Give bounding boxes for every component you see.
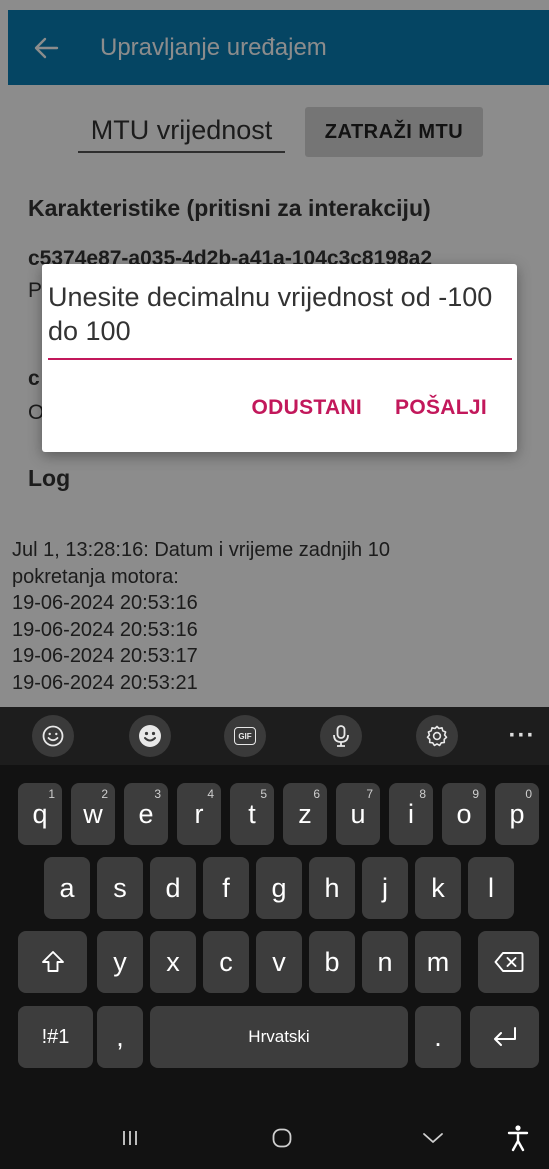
key-n[interactable]: n [362, 931, 408, 993]
comma-key[interactable]: , [97, 1006, 143, 1068]
sticker-button[interactable] [129, 715, 171, 757]
recent-apps-button[interactable] [110, 1118, 150, 1158]
shift-key[interactable] [18, 931, 87, 993]
hide-keyboard-button[interactable] [413, 1118, 453, 1158]
key-g[interactable]: g [256, 857, 302, 919]
key-h[interactable]: h [309, 857, 355, 919]
key-y[interactable]: y [97, 931, 143, 993]
voice-input-button[interactable] [320, 715, 362, 757]
emoji-face-icon [42, 725, 64, 747]
key-u[interactable]: u7 [336, 783, 380, 845]
keyboard-toolbar: GIF ··· [0, 707, 549, 765]
recent-apps-icon [123, 1131, 137, 1145]
emoji-button[interactable] [32, 715, 74, 757]
key-c[interactable]: c [203, 931, 249, 993]
key-x[interactable]: x [150, 931, 196, 993]
key-f[interactable]: f [203, 857, 249, 919]
accessibility-icon [507, 1125, 529, 1152]
key-o[interactable]: o9 [442, 783, 486, 845]
more-icon: ··· [508, 722, 536, 749]
home-button[interactable] [262, 1118, 302, 1158]
key-i[interactable]: i8 [389, 783, 433, 845]
key-w[interactable]: w2 [71, 783, 115, 845]
period-key[interactable]: . [415, 1006, 461, 1068]
key-v[interactable]: v [256, 931, 302, 993]
key-k[interactable]: k [415, 857, 461, 919]
key-a[interactable]: a [44, 857, 90, 919]
key-t[interactable]: t5 [230, 783, 274, 845]
key-e[interactable]: e3 [124, 783, 168, 845]
accessibility-button[interactable] [500, 1118, 536, 1158]
gif-button[interactable]: GIF [224, 715, 266, 757]
backspace-icon [494, 952, 523, 972]
chevron-down-icon [423, 1133, 443, 1143]
decimal-value-input-text: Unesite decimalnu vrijednost od -100 do … [48, 282, 493, 346]
more-options-button[interactable]: ··· [507, 715, 537, 757]
key-r[interactable]: r4 [177, 783, 221, 845]
space-key[interactable]: Hrvatski [150, 1006, 408, 1068]
key-s[interactable]: s [97, 857, 143, 919]
shift-arrow-icon [41, 951, 64, 972]
key-b[interactable]: b [309, 931, 355, 993]
soft-keyboard: GIF ··· q1 w2 e3 r4 t5 z6 u7 i8 o9 p0 a … [0, 707, 549, 1169]
dialog-actions: ODUSTANI POŠALJI [252, 396, 487, 420]
key-m[interactable]: m [415, 931, 461, 993]
microphone-icon [333, 725, 349, 747]
navigation-bar [0, 1108, 549, 1169]
enter-key[interactable] [470, 1006, 539, 1068]
key-q[interactable]: q1 [18, 783, 62, 845]
backspace-key[interactable] [478, 931, 539, 993]
home-icon [272, 1128, 292, 1148]
settings-icon [426, 725, 448, 747]
enter-arrow-icon [493, 1027, 516, 1046]
key-j[interactable]: j [362, 857, 408, 919]
key-p[interactable]: p0 [495, 783, 539, 845]
decimal-value-input[interactable]: Unesite decimalnu vrijednost od -100 do … [48, 280, 512, 360]
gif-icon: GIF [234, 727, 256, 745]
key-l[interactable]: l [468, 857, 514, 919]
sticker-icon [139, 725, 161, 747]
keyboard-settings-button[interactable] [416, 715, 458, 757]
value-input-dialog: Unesite decimalnu vrijednost od -100 do … [42, 264, 517, 452]
send-button[interactable]: POŠALJI [395, 396, 487, 420]
symbols-key[interactable]: !#1 [18, 1006, 93, 1068]
cancel-button[interactable]: ODUSTANI [252, 396, 363, 420]
key-z[interactable]: z6 [283, 783, 327, 845]
key-d[interactable]: d [150, 857, 196, 919]
